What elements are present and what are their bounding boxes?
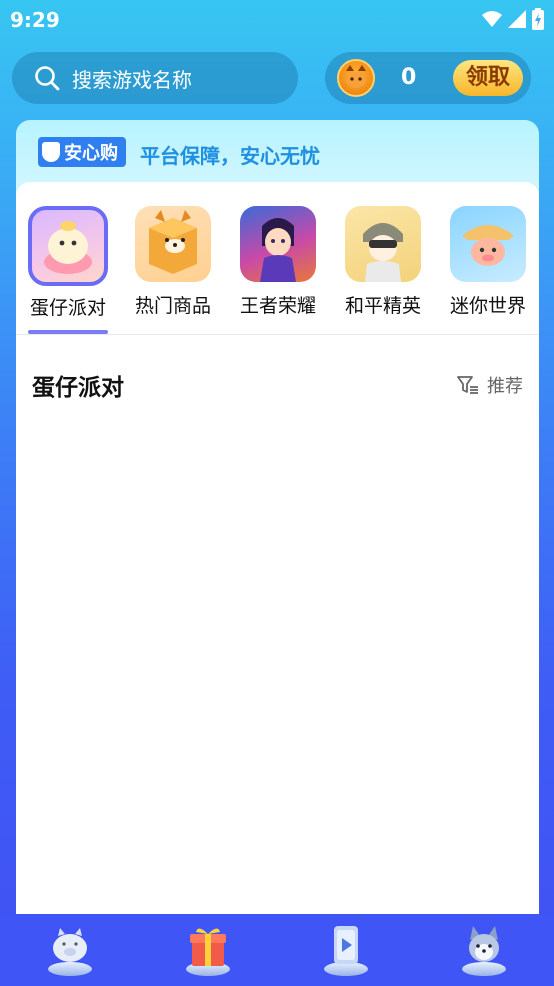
peacekeeper-elite-game-icon <box>345 206 421 282</box>
game-tabs: 蛋仔派对 热门商品 王者荣耀 和平精英 迷你世界 <box>16 206 539 336</box>
divider <box>16 334 539 335</box>
battery-icon <box>532 8 544 30</box>
status-icons <box>482 8 544 30</box>
tab-label: 蛋仔派对 <box>29 297 106 319</box>
tab-honor-of-kings[interactable]: 王者荣耀 <box>233 206 323 336</box>
search-icon <box>35 66 60 91</box>
bottom-nav <box>0 914 554 986</box>
filter-icon <box>457 376 478 394</box>
tab-hot-items[interactable]: 热门商品 <box>128 206 218 336</box>
banner-slogan: 平台保障，安心无忧 <box>140 144 320 168</box>
status-bar: 9:29 <box>0 0 554 38</box>
status-time: 9:29 <box>10 8 60 32</box>
tab-label: 和平精英 <box>344 295 421 317</box>
section-title: 蛋仔派对 <box>32 375 124 401</box>
tab-label: 热门商品 <box>134 295 211 317</box>
nav-piggy-bank[interactable] <box>40 922 100 980</box>
shield-icon <box>42 142 60 162</box>
search-input[interactable]: 搜索游戏名称 <box>12 52 298 104</box>
coin-fox-icon <box>337 59 375 97</box>
search-placeholder: 搜索游戏名称 <box>72 67 192 92</box>
husky-avatar-icon <box>469 926 499 962</box>
nav-profile[interactable] <box>454 922 514 980</box>
gift-box-icon <box>190 928 226 966</box>
eggy-party-game-icon <box>28 206 108 286</box>
coin-balance: 0 领取 <box>325 52 531 104</box>
coin-count: 0 <box>401 65 417 90</box>
sort-filter-button[interactable]: 推荐 <box>457 372 523 398</box>
video-card-icon <box>334 926 358 964</box>
claim-button[interactable]: 领取 <box>453 60 523 96</box>
signal-icon <box>508 10 526 28</box>
assurance-badge: 安心购 <box>38 137 126 167</box>
mini-world-game-icon <box>450 206 526 282</box>
shiba-game-icon <box>135 206 211 282</box>
nav-video[interactable] <box>316 922 376 980</box>
tab-label: 迷你世界 <box>449 295 526 317</box>
badge-text: 安心购 <box>64 143 118 164</box>
honor-of-kings-game-icon <box>240 206 316 282</box>
main-card: 蛋仔派对 热门商品 王者荣耀 和平精英 迷你世界 蛋仔派对 推荐 <box>16 182 539 922</box>
nav-gift[interactable] <box>178 922 238 980</box>
sort-label: 推荐 <box>487 376 523 397</box>
tab-eggy-party[interactable]: 蛋仔派对 <box>23 206 113 336</box>
tab-peacekeeper-elite[interactable]: 和平精英 <box>338 206 428 336</box>
wifi-icon <box>482 11 502 27</box>
piggy-bank-icon <box>53 928 87 962</box>
tab-label: 王者荣耀 <box>239 295 316 317</box>
tab-mini-world[interactable]: 迷你世界 <box>443 206 533 336</box>
